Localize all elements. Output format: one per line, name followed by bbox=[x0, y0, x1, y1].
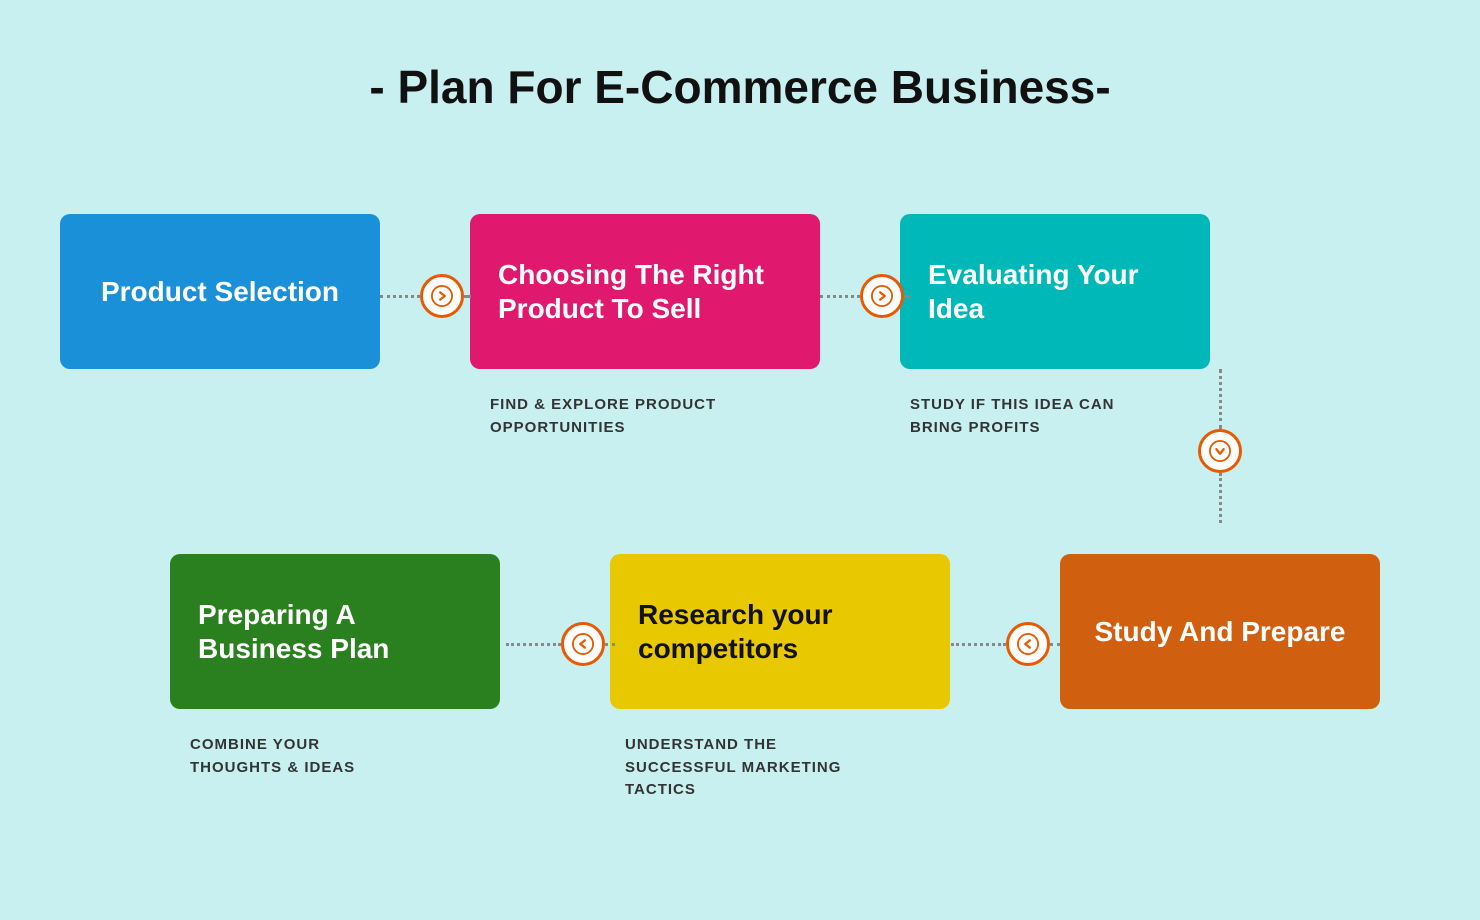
arrow-1 bbox=[380, 274, 470, 318]
box-preparing: Preparing A Business Plan bbox=[170, 554, 500, 709]
box-product-selection: Product Selection bbox=[60, 214, 380, 369]
box-study: Study And Prepare bbox=[1060, 554, 1380, 709]
arrow-4 bbox=[500, 622, 615, 666]
box-choosing: Choosing The Right Product To Sell bbox=[470, 214, 820, 369]
arrow-down-icon bbox=[1198, 429, 1242, 473]
box-study-label: Study And Prepare bbox=[1094, 615, 1345, 649]
box-evaluating: Evaluating Your Idea bbox=[900, 214, 1210, 369]
arrow-3 bbox=[945, 622, 1060, 666]
page-title: - Plan For E-Commerce Business- bbox=[369, 60, 1110, 114]
subtext-choosing: FIND & EXPLORE PRODUCT OPPORTUNITIES bbox=[490, 394, 716, 439]
arrow-right-icon-1 bbox=[420, 274, 464, 318]
arrow-left-icon-1 bbox=[1006, 622, 1050, 666]
box-preparing-label: Preparing A Business Plan bbox=[198, 598, 472, 665]
box-research-label: Research your competitors bbox=[638, 598, 922, 665]
box-research: Research your competitors bbox=[610, 554, 950, 709]
box-choosing-label: Choosing The Right Product To Sell bbox=[498, 258, 792, 325]
subtext-research: UNDERSTAND THE SUCCESSFUL MARKETING TACT… bbox=[625, 734, 841, 802]
arrow-vertical bbox=[1198, 369, 1242, 529]
arrow-2 bbox=[820, 274, 910, 318]
subtext-preparing: COMBINE YOUR THOUGHTS & IDEAS bbox=[190, 734, 355, 779]
diagram-container: Product Selection Choosing The Right Pro… bbox=[40, 154, 1440, 874]
box-product-selection-label: Product Selection bbox=[101, 275, 339, 309]
arrow-left-icon-2 bbox=[561, 622, 605, 666]
subtext-evaluating: STUDY IF THIS IDEA CAN BRING PROFITS bbox=[910, 394, 1115, 439]
box-evaluating-label: Evaluating Your Idea bbox=[928, 258, 1182, 325]
arrow-right-icon-2 bbox=[860, 274, 904, 318]
